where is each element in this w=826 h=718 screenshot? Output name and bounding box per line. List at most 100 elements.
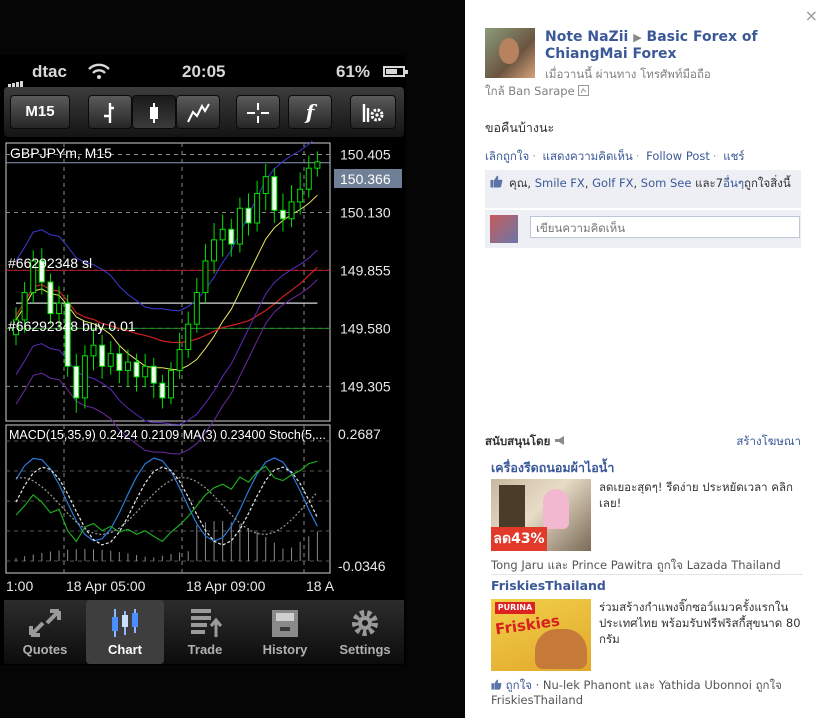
wifi-icon <box>88 63 110 79</box>
gear-icon <box>352 610 378 636</box>
arrow-right-icon: ▶ <box>633 31 642 44</box>
bars-gear-icon <box>362 104 384 122</box>
crosshair-icon <box>247 103 269 123</box>
battery-icon <box>383 66 408 77</box>
ad-like-link[interactable]: ถูกใจ <box>506 678 532 692</box>
candle-bull <box>56 302 63 315</box>
ad-social: ถูกใจ · Nu-lek Phanont และ Yathida Ubonn… <box>491 678 782 707</box>
time-tick-label: 18 Apr 09:00 <box>186 578 266 594</box>
time-tick-label: 18 Apr 05:00 <box>66 578 146 594</box>
author-link[interactable]: Note NaZii <box>545 29 628 45</box>
quotes-icon <box>29 609 61 637</box>
phone-photo: dtac 20:05 61% M15 f 150.405 150.130 149… <box>0 0 465 718</box>
ad-social: Tong Jaru และ Prince Pawitra ถูกใจ Lazad… <box>491 558 781 572</box>
chart-area[interactable]: 150.405 150.130 149.855 149.580 149.305 0.268… <box>4 141 404 599</box>
sponsored-header: สนับสนุนโดย สร้างโฆษณา <box>485 433 801 451</box>
candle-bull <box>193 292 200 325</box>
battery-percent: 61% <box>336 62 371 81</box>
liker-3[interactable]: Som See <box>641 176 692 190</box>
ad-text: ร่วมสร้างกำแพงจิ๊กซอว์แมวครั้งแรกในประเท… <box>599 600 801 646</box>
ad-image-friskies[interactable]: PURINA Friskies <box>491 599 591 671</box>
price-tick-label: 149.580 <box>340 320 391 336</box>
candle-bull <box>81 355 88 399</box>
candle-bull <box>314 161 321 169</box>
post-meta: เมื่อวานนี้ ผ่านทาง โทรศัพท์มือถือ <box>545 67 711 81</box>
candle-bear <box>228 228 235 245</box>
indicator-tick-label: -0.0346 <box>338 558 386 574</box>
share-link[interactable]: แชร์ <box>723 149 744 163</box>
candle-bear <box>73 365 80 399</box>
candle-bear <box>133 361 140 378</box>
chart-settings-button[interactable] <box>350 95 396 129</box>
indicators-button[interactable]: f <box>288 95 332 129</box>
create-ad-link[interactable]: สร้างโฆษณา <box>736 433 801 451</box>
trade-icon <box>191 609 223 637</box>
candlestick-icon <box>150 103 158 123</box>
candle-bear <box>245 207 252 224</box>
crosshair-button[interactable] <box>236 95 280 129</box>
close-icon[interactable]: × <box>805 6 818 25</box>
discount-badge: ลด43% <box>491 527 547 551</box>
price-chart[interactable]: 150.405 150.130 149.855 149.580 149.305 0.268… <box>4 141 404 599</box>
candle-bull <box>176 348 183 372</box>
thumbs-up-icon <box>491 679 502 690</box>
comment-link[interactable]: แสดงความคิดเห็น <box>543 149 633 163</box>
tab-chart[interactable]: Chart <box>86 600 164 664</box>
chart-tab-icon <box>112 609 138 637</box>
line-chart-button[interactable] <box>176 95 220 129</box>
candle-bear <box>64 302 71 367</box>
tab-trade[interactable]: Trade <box>166 600 244 664</box>
viewer-avatar <box>490 215 518 243</box>
candle-bull <box>254 192 261 224</box>
price-tick-label: 150.130 <box>340 204 391 220</box>
price-tick-label: 150.405 <box>340 146 391 162</box>
post-actions: เลิกถูกใจ · แสดงความคิดเห็น · Follow Post ·… <box>485 149 745 163</box>
tab-bar: Quotes Chart Trade History Settings <box>4 600 404 664</box>
candle-bear <box>159 382 166 399</box>
current-price-label: 150.366 <box>340 171 391 187</box>
ad-title[interactable]: FriskiesThailand <box>491 578 803 593</box>
comment-input[interactable]: เขียนความคิดเห็น <box>530 216 800 238</box>
tab-quotes[interactable]: Quotes <box>6 600 84 664</box>
clock: 20:05 <box>182 62 226 81</box>
timeframe-button[interactable]: M15 <box>10 95 70 129</box>
tab-settings[interactable]: Settings <box>326 600 404 664</box>
ad-title[interactable]: เครื่องรีดถนอมผ้าไอน้ำ <box>491 458 803 478</box>
candle-bull <box>219 228 226 241</box>
candle-bull <box>288 201 295 220</box>
thumbs-up-icon <box>490 175 503 188</box>
candle-bear <box>116 353 123 372</box>
ad-lazada: เครื่องรีดถนอมผ้าไอน้ำ ลด43% ลดเยอะสุดๆ!… <box>491 458 803 572</box>
purina-logo: PURINA <box>495 602 535 614</box>
indicator-title: MACD(15,35,9) 0.2424 0.2109 MA(3) 0.2340… <box>9 428 326 442</box>
bar-chart-button[interactable] <box>88 95 132 129</box>
comment-composer: เขียนความคิดเห็น <box>485 210 801 248</box>
candle-bear <box>279 209 286 220</box>
chart-symbol: GBPJPYm, M15 <box>10 145 112 161</box>
candle-bear <box>150 365 157 384</box>
bar-chart-icon <box>104 103 114 123</box>
status-bar: dtac 20:05 61% <box>8 62 408 89</box>
candle-bull <box>124 361 131 372</box>
ad-info-icon <box>555 436 565 445</box>
signal-icon <box>8 69 24 89</box>
chart-toolbar: M15 f <box>4 87 404 137</box>
author-avatar[interactable] <box>485 28 535 78</box>
follow-post-link[interactable]: Follow Post <box>646 149 710 163</box>
candle-bull <box>262 176 269 194</box>
ad-text: ลดเยอะสุดๆ! รีดง่าย ประหยัดเวลา คลิกเลย! <box>599 480 794 510</box>
candle-bull <box>90 344 97 357</box>
candle-chart-button[interactable] <box>132 95 176 129</box>
unlike-link[interactable]: เลิกถูกใจ <box>485 149 529 163</box>
candle-bull <box>142 365 149 378</box>
time-tick-label: 1:00 <box>6 578 33 594</box>
candle-bull <box>185 323 192 350</box>
post-location: ใกล้ Ban Sarape <box>485 83 590 101</box>
line-chart-icon <box>187 103 210 123</box>
others-link[interactable]: อื่นๆ <box>723 176 744 190</box>
tab-history[interactable]: History <box>246 600 324 664</box>
candle-bull <box>107 353 114 367</box>
ad-image-steamer[interactable]: ลด43% <box>491 479 591 551</box>
liker-2[interactable]: Golf FX <box>592 176 633 190</box>
liker-1[interactable]: Smile FX <box>535 176 585 190</box>
